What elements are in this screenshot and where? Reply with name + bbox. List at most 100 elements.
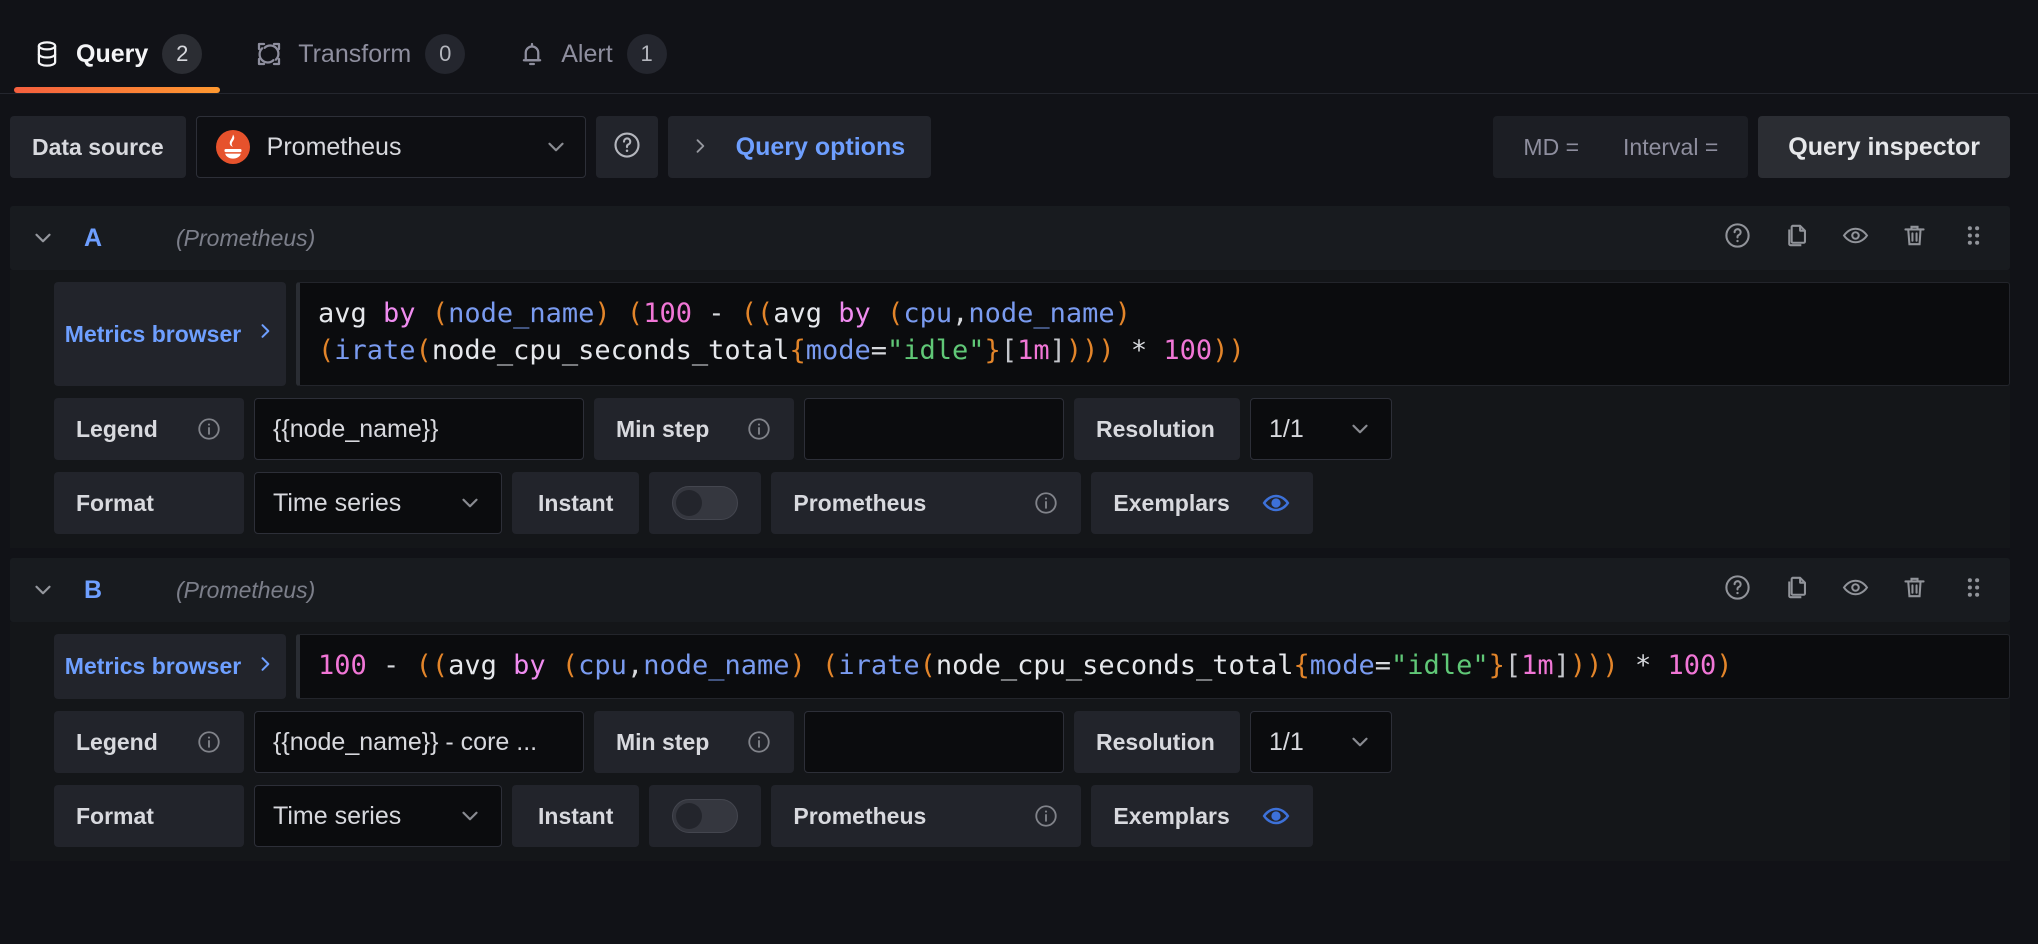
datasource-help-button[interactable]: [595, 116, 658, 178]
query-a-options-row-1: Legend {{node_name}} Min step Resolution…: [10, 386, 2010, 460]
format-select-a[interactable]: Time series: [254, 472, 502, 534]
exemplars-label-text: Exemplars: [1113, 489, 1230, 516]
format-label-a: Format: [54, 472, 244, 534]
query-row-a: A (Prometheus) Metrics browser avg by (n…: [10, 206, 2010, 548]
tab-query-label: Query: [76, 39, 149, 68]
metrics-browser-button-a[interactable]: Metrics browser: [54, 282, 286, 386]
tab-query[interactable]: Query 2: [6, 15, 228, 93]
query-a-refid[interactable]: A: [84, 224, 176, 253]
tab-alert-count: 1: [626, 34, 667, 74]
drag-handle-icon[interactable]: [1959, 573, 1988, 607]
metrics-browser-label: Metrics browser: [64, 653, 242, 680]
min-step-text: Min step: [616, 415, 710, 442]
collapse-toggle-icon[interactable]: [30, 577, 56, 603]
info-icon[interactable]: [746, 416, 772, 442]
chevron-down-icon: [457, 803, 483, 829]
chevron-down-icon: [1347, 729, 1373, 755]
datasource-label: Data source: [10, 116, 186, 178]
query-b-actions: [1723, 573, 1994, 607]
resolution-value: 1/1: [1269, 414, 1304, 443]
metrics-browser-label: Metrics browser: [64, 320, 242, 347]
info-icon[interactable]: [1033, 803, 1059, 829]
prometheus-logo-icon: [215, 129, 251, 165]
tab-transform-label: Transform: [298, 39, 412, 68]
datasource-picker[interactable]: Prometheus: [195, 116, 586, 178]
trash-icon[interactable]: [1900, 573, 1929, 607]
instant-toggle-a[interactable]: [649, 472, 762, 534]
info-icon[interactable]: [196, 729, 222, 755]
exemplars-source-a: Prometheus: [771, 472, 1082, 534]
database-icon: [32, 39, 62, 69]
legend-input-a[interactable]: {{node_name}}: [254, 398, 584, 460]
query-inspector-button[interactable]: Query inspector: [1758, 116, 2010, 178]
editor-tab-bar: Query 2 Transform 0 Alert 1: [0, 0, 2038, 94]
query-a-options-row-2: Format Time series Instant Prometheus Ex…: [10, 460, 2010, 534]
min-step-input-a[interactable]: [804, 398, 1064, 460]
chevron-down-icon: [543, 134, 569, 160]
bell-icon: [517, 39, 547, 69]
chevron-right-icon: [255, 653, 275, 681]
query-meta-summary: MD = Interval =: [1493, 116, 1749, 178]
tab-alert[interactable]: Alert 1: [491, 15, 692, 93]
min-step-label-b: Min step: [594, 711, 794, 774]
eye-icon[interactable]: [1841, 573, 1870, 607]
help-circle-icon[interactable]: [1723, 573, 1752, 607]
duplicate-icon[interactable]: [1782, 221, 1811, 255]
drag-handle-icon[interactable]: [1959, 221, 1988, 255]
query-options-toggle[interactable]: Query options: [667, 116, 932, 178]
resolution-select-b[interactable]: 1/1: [1250, 711, 1392, 774]
query-row-b: B (Prometheus) Metrics browser 100 - ((a…: [10, 558, 2010, 862]
query-a-header: A (Prometheus): [10, 206, 2010, 270]
exemplars-source-text: Prometheus: [793, 802, 927, 829]
chevron-right-icon: [690, 136, 710, 158]
query-a-expression-row: Metrics browser avg by (node_name) (100 …: [10, 282, 2010, 386]
query-b-datasource: (Prometheus): [176, 576, 316, 603]
trash-icon[interactable]: [1900, 221, 1929, 255]
legend-input-b[interactable]: {{node_name}} - core ...: [254, 711, 584, 774]
resolution-label-b: Resolution: [1074, 711, 1240, 774]
legend-text: Legend: [76, 728, 158, 755]
format-value: Time series: [273, 801, 402, 830]
exemplars-toggle-a[interactable]: Exemplars: [1091, 472, 1314, 534]
query-b-refid[interactable]: B: [84, 576, 176, 605]
instant-label-a: Instant: [512, 472, 640, 534]
help-circle-icon[interactable]: [1723, 221, 1752, 255]
tab-transform[interactable]: Transform 0: [228, 15, 491, 93]
tab-alert-label: Alert: [561, 39, 613, 68]
query-b-body: Metrics browser 100 - ((avg by (cpu,node…: [10, 622, 2010, 862]
resolution-value: 1/1: [1269, 727, 1304, 756]
format-value: Time series: [273, 488, 402, 517]
eye-icon: [1261, 801, 1291, 831]
query-b-expression-input[interactable]: 100 - ((avg by (cpu,node_name) (irate(no…: [296, 634, 2010, 700]
min-step-text: Min step: [616, 728, 710, 755]
exemplars-label-text: Exemplars: [1113, 802, 1230, 829]
collapse-toggle-icon[interactable]: [30, 225, 56, 251]
chevron-down-icon: [457, 490, 483, 516]
exemplars-source-text: Prometheus: [793, 489, 927, 516]
info-icon[interactable]: [196, 416, 222, 442]
query-a-actions: [1723, 221, 1994, 255]
query-a-datasource: (Prometheus): [176, 224, 316, 251]
resolution-select-a[interactable]: 1/1: [1250, 398, 1392, 460]
info-icon[interactable]: [746, 729, 772, 755]
format-select-b[interactable]: Time series: [254, 785, 502, 848]
legend-text: Legend: [76, 415, 158, 442]
query-a-body: Metrics browser avg by (node_name) (100 …: [10, 270, 2010, 548]
min-step-label-a: Min step: [594, 398, 794, 460]
query-a-expression-input[interactable]: avg by (node_name) (100 - ((avg by (cpu,…: [296, 282, 2010, 386]
tab-transform-count: 0: [425, 34, 466, 74]
help-circle-icon: [612, 130, 642, 165]
instant-toggle-b[interactable]: [649, 785, 762, 848]
interval-label: Interval =: [1623, 133, 1719, 160]
toggle-switch: [672, 486, 739, 520]
duplicate-icon[interactable]: [1782, 573, 1811, 607]
query-list: A (Prometheus) Metrics browser avg by (n…: [0, 206, 2038, 862]
query-b-options-row-2: Format Time series Instant Prometheus Ex…: [10, 773, 2010, 848]
info-icon[interactable]: [1033, 490, 1059, 516]
eye-icon[interactable]: [1841, 221, 1870, 255]
chevron-down-icon: [1347, 416, 1373, 442]
exemplars-source-b: Prometheus: [771, 785, 1082, 848]
exemplars-toggle-b[interactable]: Exemplars: [1091, 785, 1314, 848]
min-step-input-b[interactable]: [804, 711, 1064, 774]
metrics-browser-button-b[interactable]: Metrics browser: [54, 634, 286, 700]
